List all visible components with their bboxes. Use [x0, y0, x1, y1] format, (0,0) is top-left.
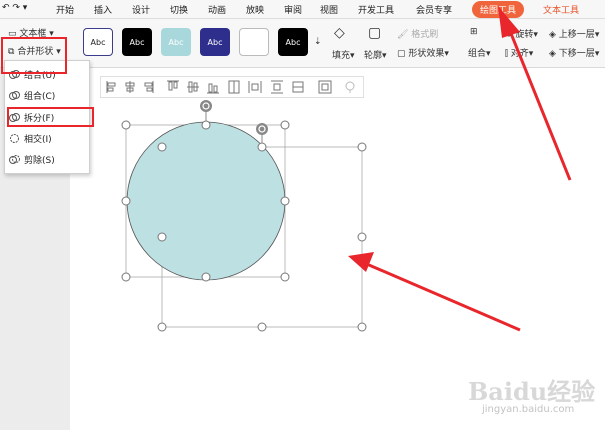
- rotate-handle-icon[interactable]: [200, 100, 212, 121]
- watermark-url: jingyan.baidu.com: [482, 404, 575, 415]
- highlight-fragment: [7, 107, 94, 127]
- dropdown-label-subtract: 剪除(S): [24, 156, 55, 166]
- annotation-arrow-1: [498, 6, 572, 181]
- watermark-logo: Baidu经验: [468, 377, 596, 406]
- subtract-icon: [9, 154, 20, 165]
- dropdown-item-subtract[interactable]: 剪除(S): [9, 153, 55, 166]
- annotation-arrow-2: [348, 252, 521, 332]
- rotate-handle-2-icon[interactable]: [256, 123, 268, 143]
- dropdown-item-combine[interactable]: 组合(C): [9, 89, 55, 102]
- dropdown-label-combine: 组合(C): [24, 92, 56, 102]
- combine-icon: [9, 90, 20, 101]
- dropdown-item-intersect[interactable]: 相交(I): [9, 132, 52, 145]
- shapes-layer: [121, 6, 572, 332]
- intersect-icon: [9, 133, 20, 144]
- highlight-merge-shapes: [1, 37, 67, 74]
- dropdown-label-intersect: 相交(I): [24, 135, 52, 145]
